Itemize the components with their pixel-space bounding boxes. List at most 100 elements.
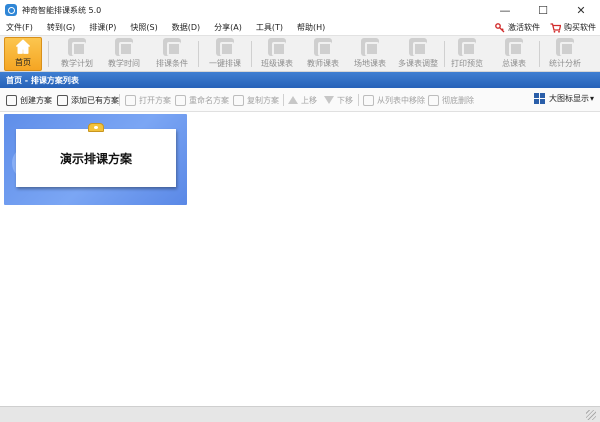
- toolbar-statistics-label: 统计分析: [549, 59, 581, 68]
- teacher-schedule-icon: [314, 38, 332, 56]
- open-plan-button[interactable]: 打开方案: [125, 93, 171, 107]
- rename-icon: [175, 94, 186, 106]
- toolbar-teaching-plan-button[interactable]: 教学计划: [56, 37, 98, 71]
- buy-software-link[interactable]: 购买软件: [550, 22, 596, 33]
- move-down-button[interactable]: 下移: [324, 93, 353, 107]
- toolbar-class-schedule-label: 班级课表: [261, 59, 293, 68]
- toolbar-multi-schedule-button[interactable]: 多课表调整: [396, 37, 440, 71]
- plan-name: 演示排课方案: [59, 151, 132, 166]
- key-icon: [495, 22, 505, 32]
- one-click-icon: [216, 38, 234, 56]
- toolbar-separator: [251, 41, 252, 67]
- buy-software-label: 购买软件: [564, 23, 596, 32]
- maximize-button[interactable]: ☐: [524, 0, 562, 20]
- action-bar: 创建方案 添加已有方案 打开方案 重命名方案 复制方案 上移 下移 从列表中移除…: [0, 88, 600, 112]
- toolbar-statistics-button[interactable]: 统计分析: [546, 37, 584, 71]
- delete-permanently-button[interactable]: 彻底删除: [428, 93, 474, 107]
- home-icon: [15, 39, 32, 55]
- main-toolbar: 首页 教学计划 教学时间 排课条件 一键排课 班级课表 教师课表 场地课表 多课…: [0, 35, 600, 72]
- move-up-button[interactable]: 上移: [288, 93, 317, 107]
- toolbar-conditions-label: 排课条件: [156, 59, 188, 68]
- open-plan-icon: [125, 94, 136, 106]
- add-existing-plan-label: 添加已有方案: [71, 95, 119, 105]
- menu-tools[interactable]: 工具(T): [256, 22, 283, 33]
- move-down-label: 下移: [337, 95, 353, 105]
- menu-schedule[interactable]: 排课(P): [89, 22, 116, 33]
- section-title: 首页 - 排课方案列表: [6, 75, 79, 85]
- clock-icon: [115, 38, 133, 56]
- minimize-button[interactable]: —: [486, 0, 524, 20]
- create-plan-label: 创建方案: [20, 95, 52, 105]
- plan-list-area: 演示排课方案: [0, 112, 600, 406]
- add-plan-icon: [57, 94, 68, 106]
- status-bar: [0, 406, 600, 422]
- remove-icon: [363, 94, 374, 106]
- copy-plan-button[interactable]: 复制方案: [233, 93, 279, 107]
- toolbar-conditions-button[interactable]: 排课条件: [151, 37, 193, 71]
- toolbar-home-button[interactable]: 首页: [4, 37, 42, 71]
- toolbar-separator: [444, 41, 445, 67]
- activate-software-label: 激活软件: [508, 23, 540, 32]
- toolbar-one-click-button[interactable]: 一键排课: [204, 37, 246, 71]
- arrow-down-icon: [324, 96, 334, 104]
- venue-schedule-icon: [361, 38, 379, 56]
- cart-icon: [550, 22, 561, 33]
- activate-software-link[interactable]: 激活软件: [495, 22, 540, 33]
- delete-permanently-label: 彻底删除: [442, 95, 474, 105]
- section-header: 首页 - 排课方案列表: [0, 72, 600, 88]
- create-plan-button[interactable]: 创建方案: [6, 93, 52, 107]
- menu-goto[interactable]: 转到(G): [47, 22, 75, 33]
- resize-grip-icon[interactable]: [586, 410, 596, 420]
- arrow-up-icon: [288, 96, 298, 104]
- add-existing-plan-button[interactable]: 添加已有方案: [57, 93, 119, 107]
- close-button[interactable]: ✕: [562, 0, 600, 20]
- plan-icon: [68, 38, 86, 56]
- printer-icon: [458, 38, 476, 56]
- menu-share[interactable]: 分享(A): [214, 22, 242, 33]
- move-up-label: 上移: [301, 95, 317, 105]
- toolbar-teaching-time-button[interactable]: 教学时间: [103, 37, 145, 71]
- trash-icon: [428, 94, 439, 106]
- view-mode-label: 大图标显示: [548, 94, 589, 103]
- toolbar-separator: [539, 41, 540, 67]
- menu-bar: 文件(F) 转到(G) 排课(P) 快照(S) 数据(D) 分享(A) 工具(T…: [0, 20, 600, 35]
- create-plan-icon: [6, 94, 17, 106]
- toolbar-teaching-plan-label: 教学计划: [61, 59, 93, 68]
- toolbar-venue-schedule-button[interactable]: 场地课表: [349, 37, 391, 71]
- conditions-icon: [163, 38, 181, 56]
- toolbar-separator: [198, 41, 199, 67]
- toolbar-separator: [48, 41, 49, 67]
- menu-snapshot[interactable]: 快照(S): [130, 22, 157, 33]
- remove-from-list-button[interactable]: 从列表中移除: [363, 93, 425, 107]
- rename-plan-label: 重命名方案: [189, 95, 229, 105]
- large-icons-view-icon: [533, 93, 545, 104]
- toolbar-print-preview-label: 打印预览: [451, 59, 483, 68]
- plan-card[interactable]: 演示排课方案: [4, 114, 187, 205]
- remove-from-list-label: 从列表中移除: [377, 95, 425, 105]
- action-separator: [283, 94, 284, 106]
- window-controls: — ☐ ✕: [486, 0, 600, 20]
- menu-help[interactable]: 帮助(H): [297, 22, 325, 33]
- chevron-down-icon: ▾: [589, 94, 594, 103]
- title-bar: 神奇智能排课系统 5.0 — ☐ ✕: [0, 0, 600, 20]
- menu-data[interactable]: 数据(D): [172, 22, 200, 33]
- toolbar-teacher-schedule-button[interactable]: 教师课表: [302, 37, 344, 71]
- menu-file[interactable]: 文件(F): [6, 22, 33, 33]
- toolbar-master-schedule-button[interactable]: 总课表: [496, 37, 532, 71]
- toolbar-home-label: 首页: [15, 58, 31, 67]
- toolbar-master-schedule-label: 总课表: [502, 59, 526, 68]
- statistics-icon: [556, 38, 574, 56]
- toolbar-print-preview-button[interactable]: 打印预览: [448, 37, 486, 71]
- master-schedule-icon: [505, 38, 523, 56]
- toolbar-multi-schedule-label: 多课表调整: [398, 59, 438, 68]
- app-logo-icon: [5, 4, 17, 16]
- view-mode-dropdown[interactable]: 大图标显示 ▾: [533, 93, 594, 104]
- open-plan-label: 打开方案: [139, 95, 171, 105]
- toolbar-class-schedule-button[interactable]: 班级课表: [256, 37, 298, 71]
- toolbar-teacher-schedule-label: 教师课表: [307, 59, 339, 68]
- toolbar-venue-schedule-label: 场地课表: [354, 59, 386, 68]
- copy-icon: [233, 94, 244, 106]
- toolbar-one-click-label: 一键排课: [209, 59, 241, 68]
- rename-plan-button[interactable]: 重命名方案: [175, 93, 229, 107]
- window-title: 神奇智能排课系统 5.0: [22, 5, 102, 15]
